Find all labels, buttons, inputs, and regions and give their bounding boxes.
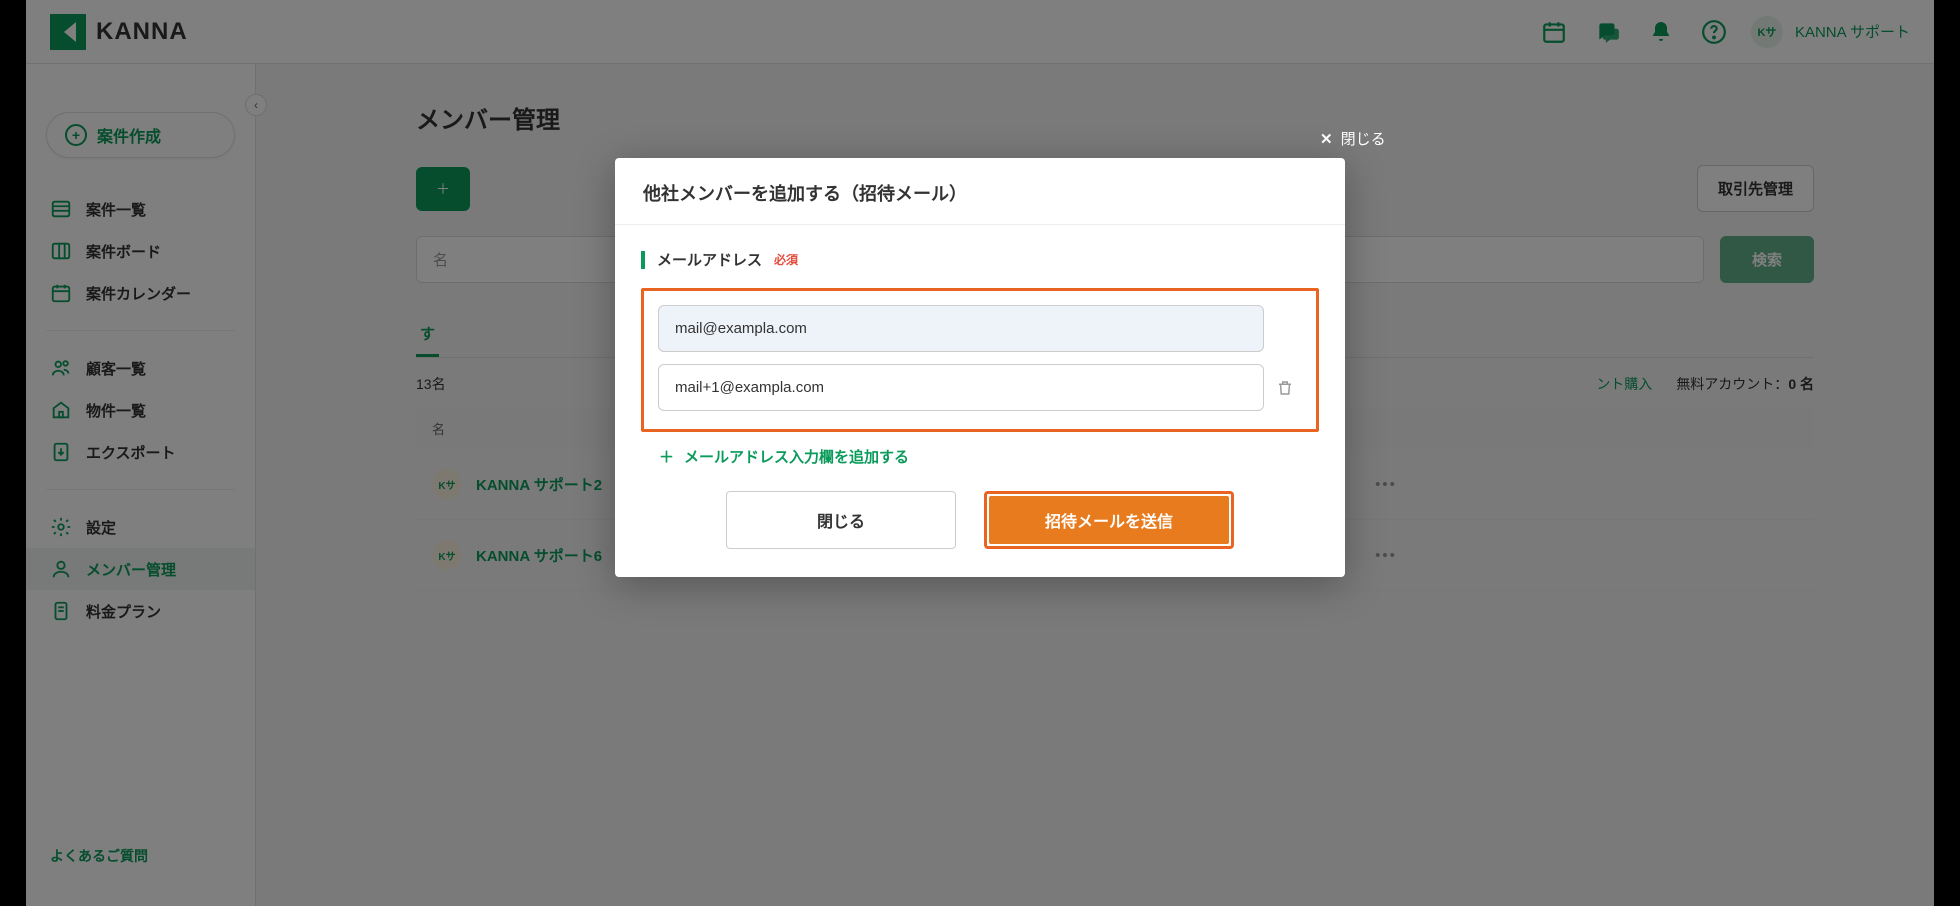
modal-close-button[interactable]: 閉じる bbox=[726, 491, 956, 549]
email-inputs-highlight bbox=[641, 288, 1319, 432]
email-field-label: メールアドレス bbox=[657, 249, 762, 270]
modal-close-top-button[interactable]: ✕ 閉じる bbox=[1320, 128, 1386, 149]
invite-modal: 他社メンバーを追加する（招待メール） メールアドレス 必須 bbox=[615, 158, 1345, 577]
close-icon: ✕ bbox=[1320, 130, 1333, 148]
modal-title: 他社メンバーを追加する（招待メール） bbox=[643, 180, 1317, 206]
send-button-highlight: 招待メールを送信 bbox=[984, 491, 1234, 549]
plus-icon: ＋ bbox=[659, 446, 674, 467]
email-input-2[interactable] bbox=[658, 364, 1264, 411]
required-tag: 必須 bbox=[774, 251, 798, 268]
send-invite-button[interactable]: 招待メールを送信 bbox=[989, 496, 1229, 544]
trash-icon[interactable] bbox=[1276, 379, 1302, 397]
email-input-1[interactable] bbox=[658, 305, 1264, 352]
add-email-button[interactable]: ＋ メールアドレス入力欄を追加する bbox=[659, 446, 1319, 467]
modal-close-top-label: 閉じる bbox=[1341, 128, 1386, 149]
add-email-label: メールアドレス入力欄を追加する bbox=[684, 446, 909, 467]
